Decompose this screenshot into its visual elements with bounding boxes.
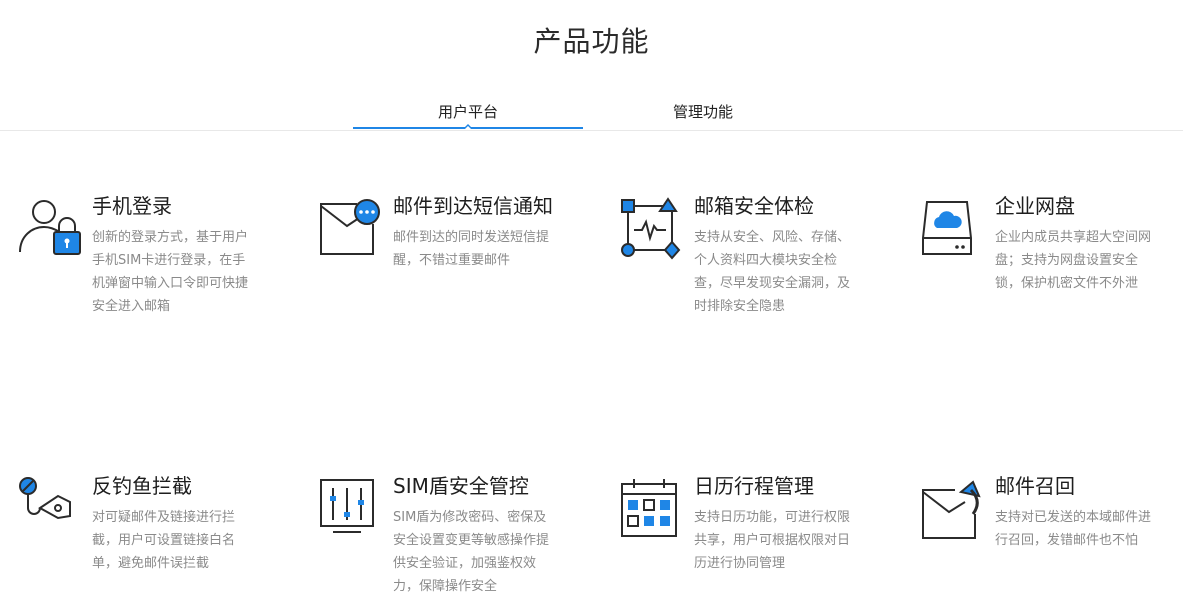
feature-title: 邮件召回 bbox=[995, 474, 1075, 498]
tab-user-platform[interactable]: 用户平台 bbox=[353, 96, 583, 129]
mail-message-icon bbox=[319, 196, 383, 260]
calendar-icon bbox=[620, 476, 684, 540]
tab-label: 用户平台 bbox=[437, 103, 498, 121]
user-lock-icon bbox=[18, 196, 82, 260]
cloud-drive-icon bbox=[921, 196, 985, 260]
feature-title: 邮箱安全体检 bbox=[694, 194, 814, 218]
tab-label: 管理功能 bbox=[672, 103, 733, 121]
feature-title: 日历行程管理 bbox=[694, 474, 814, 498]
feature-calendar: 日历行程管理 支持日历功能，可进行权限共享，用户可根据权限对日历进行协同管理 bbox=[620, 470, 910, 600]
feature-desc: 邮件到达的同时发送短信提醒，不错过重要邮件 bbox=[393, 230, 550, 268]
feature-desc: 创新的登录方式，基于用户手机SIM卡进行登录，在手机弹窗中输入口令即可快捷安全进… bbox=[92, 230, 249, 314]
feature-title: 反钓鱼拦截 bbox=[92, 474, 192, 498]
feature-desc: 对可疑邮件及链接进行拦截，用户可设置链接白名单，避免邮件误拦截 bbox=[92, 510, 236, 571]
tab-management[interactable]: 管理功能 bbox=[588, 96, 818, 129]
feature-phone-login: 手机登录 创新的登录方式，基于用户手机SIM卡进行登录，在手机弹窗中输入口令即可… bbox=[18, 190, 308, 320]
feature-desc: 支持从安全、风险、存储、个人资料四大模块安全检查，尽早发现安全漏洞，及时排除安全… bbox=[694, 230, 851, 314]
feature-title: 企业网盘 bbox=[995, 194, 1075, 218]
mail-recall-icon bbox=[921, 476, 985, 540]
sim-shield-icon bbox=[319, 476, 383, 540]
feature-title: 邮件到达短信通知 bbox=[393, 194, 553, 218]
feature-desc: 支持对已发送的本域邮件进行召回，发错邮件也不怕 bbox=[995, 510, 1152, 548]
tab-bar: 用户平台 管理功能 bbox=[0, 96, 1183, 131]
feature-mail-recall: 邮件召回 支持对已发送的本域邮件进行召回，发错邮件也不怕 bbox=[921, 470, 1183, 600]
anti-phishing-icon bbox=[18, 476, 82, 540]
feature-sim-shield: SIM盾安全管控 SIM盾为修改密码、密保及安全设置变更等敏感操作提供安全验证，… bbox=[319, 470, 609, 600]
feature-sms-notify: 邮件到达短信通知 邮件到达的同时发送短信提醒，不错过重要邮件 bbox=[319, 190, 609, 320]
feature-security-check: 邮箱安全体检 支持从安全、风险、存储、个人资料四大模块安全检查，尽早发现安全漏洞… bbox=[620, 190, 910, 320]
security-check-icon bbox=[620, 196, 684, 260]
feature-title: SIM盾安全管控 bbox=[393, 474, 529, 498]
feature-cloud-drive: 企业网盘 企业内成员共享超大空间网盘；支持为网盘设置安全锁，保护机密文件不外泄 bbox=[921, 190, 1183, 320]
feature-desc: 企业内成员共享超大空间网盘；支持为网盘设置安全锁，保护机密文件不外泄 bbox=[995, 230, 1152, 291]
feature-desc: 支持日历功能，可进行权限共享，用户可根据权限对日历进行协同管理 bbox=[694, 510, 851, 571]
feature-title: 手机登录 bbox=[92, 194, 172, 218]
page-title: 产品功能 bbox=[533, 25, 650, 58]
feature-anti-phishing: 反钓鱼拦截 对可疑邮件及链接进行拦截，用户可设置链接白名单，避免邮件误拦截 bbox=[18, 470, 308, 600]
feature-desc: SIM盾为修改密码、密保及安全设置变更等敏感操作提供安全验证，加强鉴权效力，保障… bbox=[393, 510, 550, 594]
